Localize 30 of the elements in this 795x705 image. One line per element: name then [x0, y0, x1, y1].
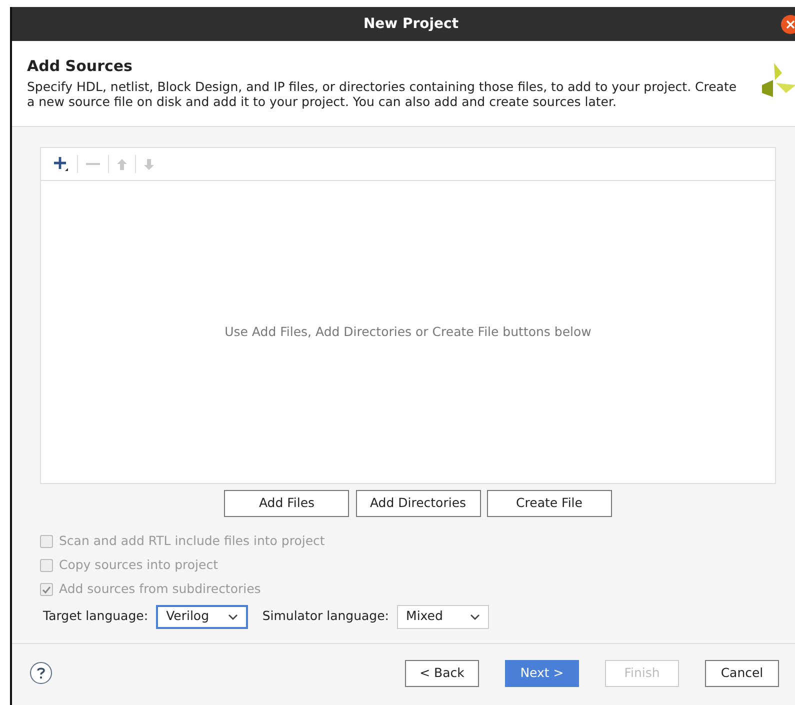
arrow-up-icon	[117, 158, 127, 170]
source-button[interactable]: Add Files	[224, 490, 350, 517]
chevron-icon	[470, 614, 480, 620]
checkbox-label: Add sources from subdirectories	[59, 580, 261, 598]
cancel-button[interactable]: Cancel	[705, 660, 779, 686]
source-button[interactable]: Create File	[486, 490, 612, 517]
close-icon	[786, 20, 795, 29]
window-title: New Project	[363, 14, 459, 34]
checkbox-label: Copy sources into project	[59, 556, 218, 574]
field-label: Simulator language:	[262, 607, 390, 626]
checkbox-label: Scan and add RTL include files into project	[59, 532, 325, 550]
page-description: Specify HDL, netlist, Block Design, and IP files, or directories containing those files, to add to your project. Create a new source file on disk and add it to your project. You can also add and create sources later.	[27, 79, 738, 109]
empty-list-message: Use Add Files, Add Directories or Create File buttons below	[224, 322, 592, 341]
help-icon	[37, 667, 45, 680]
target-language-dropdown[interactable]: Verilog	[156, 604, 248, 629]
checkmark-icon	[42, 586, 51, 594]
field-label: Target language:	[43, 607, 148, 626]
simulator-language-dropdown[interactable]: Mixed	[397, 604, 490, 629]
chevron-icon	[228, 614, 238, 620]
remove-icon	[86, 162, 100, 166]
help-button[interactable]	[30, 662, 52, 684]
source-button[interactable]: Add Directories	[356, 490, 480, 517]
add-button[interactable]	[51, 156, 71, 172]
next-button[interactable]: Next >	[505, 660, 579, 686]
page-title: Add Sources	[27, 57, 134, 75]
logo-icon	[762, 63, 795, 97]
close-button[interactable]	[781, 15, 795, 34]
add-icon	[53, 156, 69, 172]
back-button[interactable]: < Back	[405, 660, 479, 686]
arrow-down-icon	[144, 158, 154, 170]
